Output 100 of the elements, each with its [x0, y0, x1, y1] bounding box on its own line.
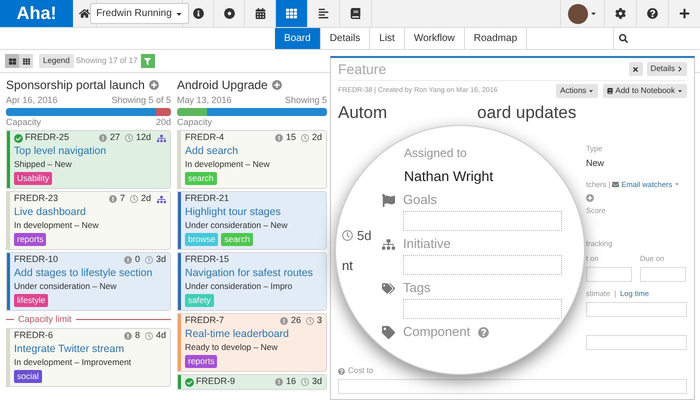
capacity-label: Capacity: [6, 116, 42, 128]
section-field[interactable]: [403, 211, 562, 231]
estimate-field[interactable]: [586, 302, 687, 317]
flag-icon: [382, 194, 395, 206]
card-id: FREDR-4: [185, 131, 224, 144]
card-status: Under consideration – New: [14, 280, 117, 292]
details-button[interactable]: Details: [646, 62, 687, 76]
view-tab[interactable]: Board: [275, 28, 321, 49]
card-status: In development – Improvement: [14, 356, 132, 368]
showing-count: Showing 17 of 17: [76, 55, 138, 67]
card-id: FREDR-23: [14, 192, 58, 206]
card-estimate: 3d: [312, 375, 322, 388]
card-title[interactable]: Add stages to lifestyle section: [14, 266, 152, 280]
card-status: Under consideration – New: [185, 219, 288, 231]
card-count: 7: [120, 192, 125, 206]
section-field[interactable]: [403, 255, 562, 275]
feature-card[interactable]: FREDR-25 27 12d Top level navigation Shipped – New Usability: [6, 130, 171, 189]
capacity-label: Capacity: [177, 116, 212, 128]
section-label: Component: [403, 323, 470, 342]
feature-card[interactable]: FREDR-15 Navigation for safest routes Under consideration – Impro safety: [177, 252, 327, 311]
card-title[interactable]: Integrate Twitter stream: [14, 342, 124, 356]
clock-icon: [130, 195, 138, 203]
view-tab[interactable]: Details: [320, 28, 370, 49]
actions-button[interactable]: Actions: [556, 84, 598, 98]
tag-label: Usability: [14, 172, 52, 185]
tag-label: browse: [185, 233, 218, 246]
tag-label: social: [14, 370, 42, 383]
section-label: Tags: [403, 279, 430, 298]
tags-icon: [382, 282, 395, 294]
card-title[interactable]: Live dashboard: [14, 205, 86, 219]
showing-count: Showing 5: [284, 94, 327, 106]
card-status: Ready to develop – New: [185, 341, 278, 353]
caret-icon: [677, 88, 683, 94]
tag-icon: [382, 326, 395, 338]
feature-card[interactable]: FREDR-4 15 2d Add search In development – New search: [177, 130, 327, 189]
card-count: 27: [110, 131, 120, 144]
card-title[interactable]: Navigation for safest routes: [185, 266, 313, 280]
clock-icon: [124, 134, 133, 142]
card-title[interactable]: Top level navigation: [14, 144, 106, 158]
view-tab[interactable]: List: [370, 28, 405, 49]
tag-label: reports: [185, 355, 218, 368]
capacity-value: 20d: [156, 116, 171, 128]
assignee-name[interactable]: Nathan Wright: [404, 166, 494, 187]
logo[interactable]: Aha!: [0, 0, 73, 27]
card-estimate: 2d: [312, 131, 322, 144]
capacity-limit-label: Capacity limit: [18, 312, 72, 326]
release-title[interactable]: Android Upgrade: [177, 76, 268, 94]
close-button[interactable]: [628, 62, 643, 76]
grid-view-button[interactable]: [19, 54, 33, 68]
clock-icon: [300, 134, 309, 142]
card-estimate: 4d: [156, 329, 166, 342]
card-count: 0: [134, 253, 140, 266]
card-id: FREDR-25: [25, 131, 70, 144]
card-id: FREDR-21: [185, 192, 230, 206]
card-status: Under consideration – Impro: [185, 280, 292, 292]
type-value: New: [586, 157, 606, 170]
caret-icon[interactable]: [674, 181, 680, 188]
release-date: Apr 16, 2016: [6, 94, 58, 106]
legend-button[interactable]: Legend: [39, 54, 74, 68]
start-date-field[interactable]: [586, 266, 632, 282]
filter-button[interactable]: [140, 54, 155, 68]
book-icon: [607, 88, 614, 94]
tag-label: search: [185, 172, 217, 185]
due-date-field[interactable]: [640, 266, 686, 282]
search-icon[interactable]: [619, 34, 628, 43]
card-title[interactable]: Real-time leaderboard: [185, 327, 289, 341]
cost-field[interactable]: [338, 379, 687, 394]
cost-label: Cost to: [348, 365, 374, 377]
clock-icon: [144, 332, 153, 340]
view-tab[interactable]: Workflow: [404, 28, 465, 49]
showing-count: Showing 5 of 5: [111, 94, 171, 106]
card-estimate: 12d: [136, 131, 151, 144]
card-id: FREDR-15: [185, 253, 230, 266]
tag-label: reports: [14, 233, 46, 246]
tag-label: lifestyle: [14, 294, 48, 307]
release-title[interactable]: Sponsorship portal launch: [6, 76, 145, 94]
card-count: 15: [286, 131, 296, 144]
grid-icon[interactable]: [276, 0, 308, 27]
section-field[interactable]: [403, 299, 562, 319]
workspace-dropdown[interactable]: Fredwin Running: [90, 3, 189, 24]
component-field[interactable]: [586, 335, 687, 350]
feature-card[interactable]: FREDR-7 26 3 Real-time leaderboard Ready to develop – New reports: [177, 313, 327, 372]
feature-card[interactable]: FREDR-21 Highlight tour stages Under consideration – New browse search: [177, 191, 327, 250]
card-estimate: 3: [316, 314, 322, 328]
feature-card[interactable]: FREDR-6 8 4d Integrate Twitter stream In development – Improvement social: [6, 328, 171, 387]
close-icon: [632, 66, 640, 72]
card-view-button[interactable]: [5, 54, 19, 68]
add-to-notebook-button[interactable]: Add to Notebook: [603, 84, 687, 98]
view-tab[interactable]: Roadmap: [464, 28, 528, 49]
card-status: In development – New: [185, 158, 270, 170]
feature-card[interactable]: FREDR-9 16 3d: [177, 374, 327, 390]
card-count: 16: [286, 375, 296, 388]
card-title[interactable]: Add search: [185, 144, 238, 158]
card-status: In development – New: [14, 219, 99, 231]
card-id: FREDR-10: [14, 253, 58, 266]
clock-icon: [306, 317, 314, 325]
card-estimate: 2d: [140, 192, 151, 206]
feature-card[interactable]: FREDR-23 7 2d Live dashboard In development – New reports: [6, 191, 171, 250]
card-title[interactable]: Highlight tour stages: [185, 205, 281, 219]
feature-card[interactable]: FREDR-10 0 3d Add stages to lifestyle section Under consideration – New lifestyle: [6, 252, 171, 311]
